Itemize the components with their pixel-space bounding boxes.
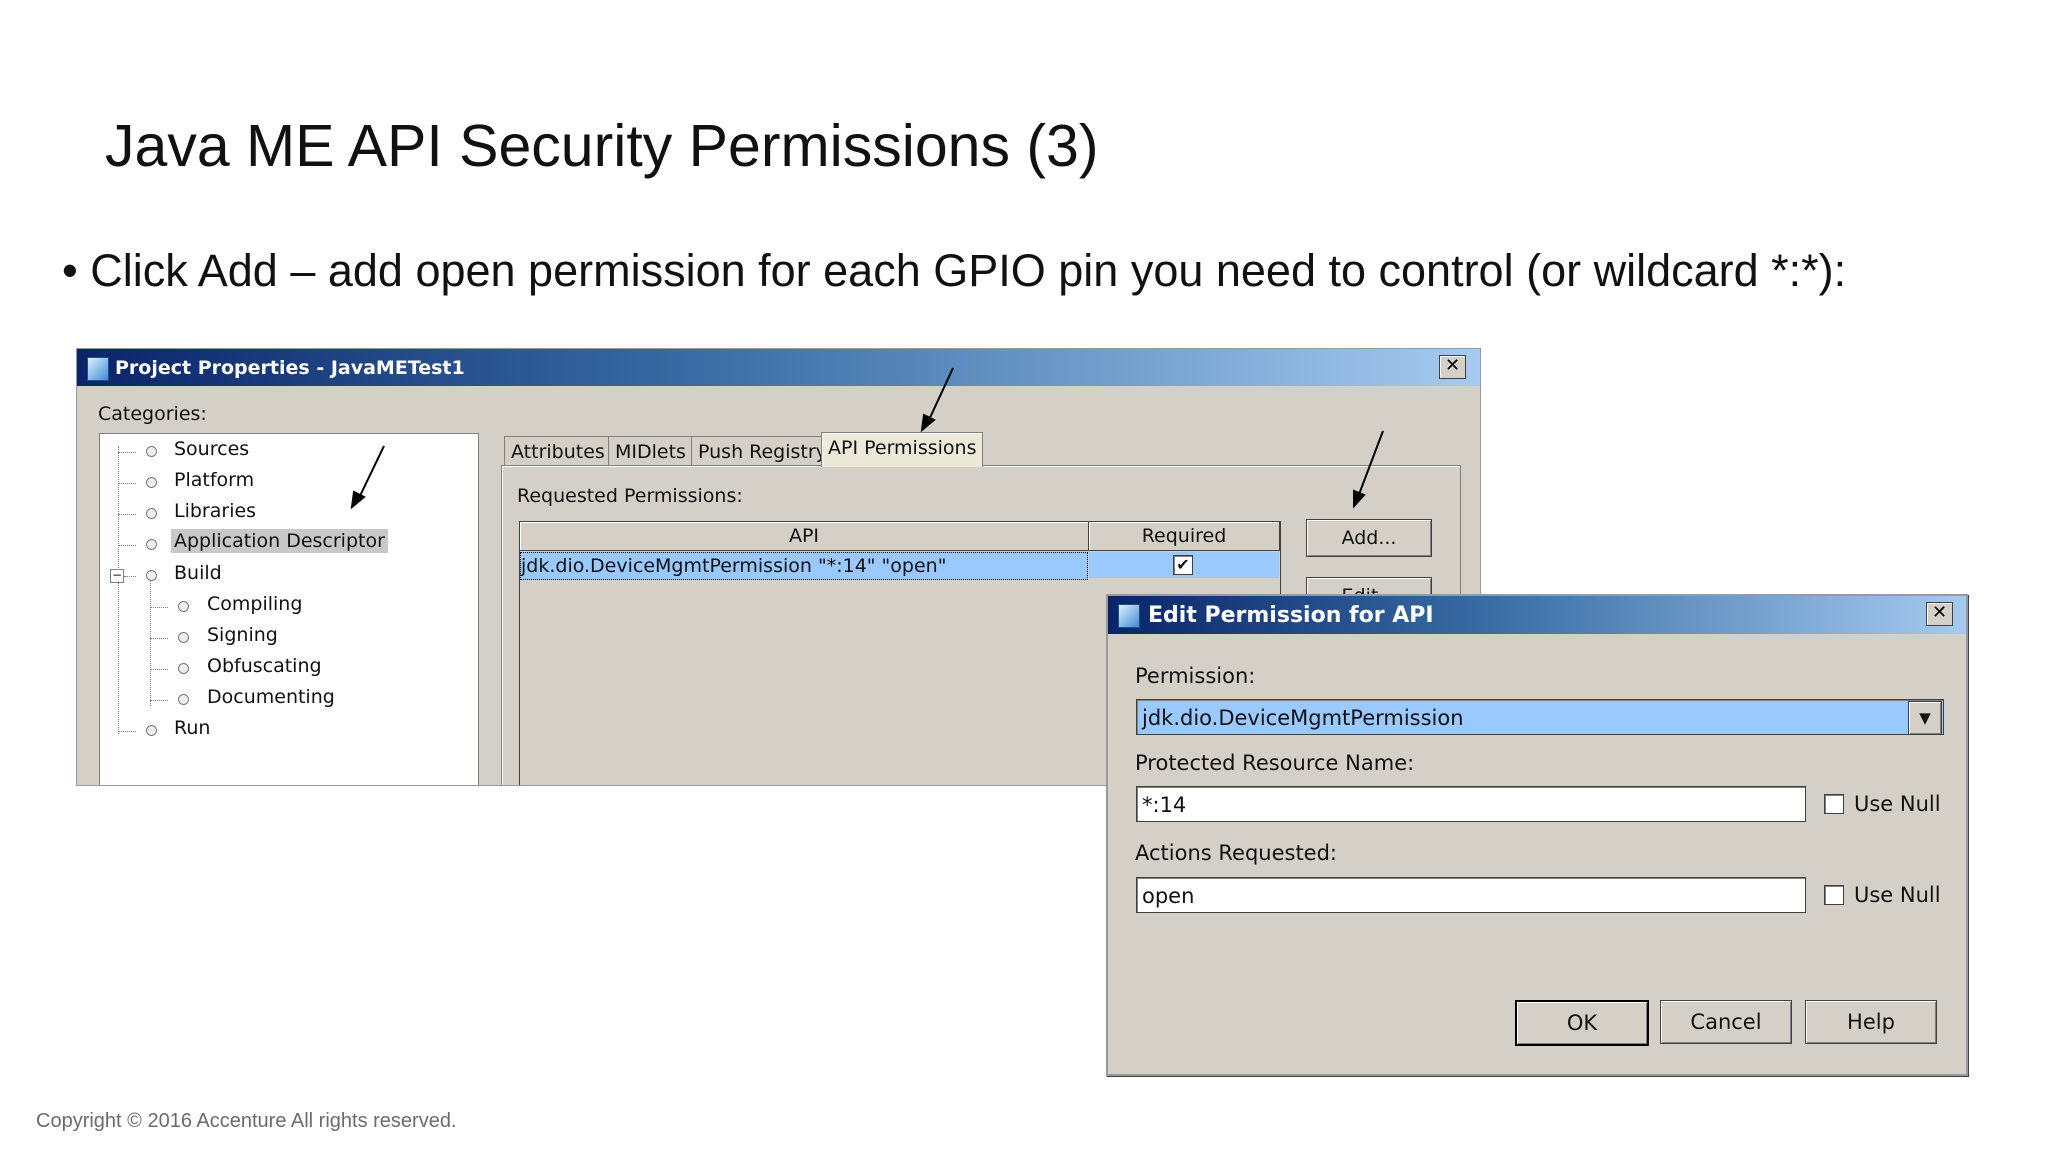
- close-icon[interactable]: ✕: [1926, 602, 1953, 626]
- edit-permission-dialog: Edit Permission for API ✕ Permission: jd…: [1106, 594, 1968, 1076]
- copyright-footer: Copyright © 2016 Accenture All rights re…: [36, 1110, 457, 1132]
- tab-api-permissions[interactable]: API Permissions: [821, 432, 984, 467]
- arrow-to-api-permissions-tab: [927, 367, 954, 423]
- dialog-title: Edit Permission for API: [1148, 603, 1434, 628]
- resource-name-label: Protected Resource Name:: [1135, 751, 1415, 775]
- arrowhead: [920, 413, 936, 433]
- permission-combobox[interactable]: jdk.dio.DeviceMgmtPermission ▼: [1136, 699, 1944, 735]
- actions-requested-input[interactable]: open: [1136, 877, 1806, 913]
- help-button[interactable]: Help: [1805, 1000, 1937, 1044]
- permission-label: Permission:: [1135, 664, 1256, 688]
- actions-requested-label: Actions Requested:: [1135, 841, 1338, 865]
- actions-use-null-checkbox[interactable]: [1824, 885, 1844, 905]
- chevron-down-icon[interactable]: ▼: [1908, 701, 1942, 735]
- resource-use-null-checkbox[interactable]: [1824, 794, 1844, 814]
- actions-use-null-label: Use Null: [1854, 883, 1941, 907]
- ok-button[interactable]: OK: [1515, 1000, 1649, 1046]
- resource-name-input[interactable]: *:14: [1136, 786, 1806, 822]
- cancel-button[interactable]: Cancel: [1660, 1000, 1792, 1044]
- arrow-to-add-button: [1357, 430, 1384, 498]
- netbeans-project-icon: [1118, 604, 1140, 628]
- resource-use-null-label: Use Null: [1854, 792, 1941, 816]
- edit-dialog-titlebar[interactable]: Edit Permission for API ✕: [1108, 596, 1966, 634]
- arrowhead: [1353, 489, 1366, 509]
- permission-value: jdk.dio.DeviceMgmtPermission: [1142, 706, 1464, 730]
- arrow-to-app-descriptor: [357, 445, 385, 501]
- arrowhead: [350, 490, 366, 510]
